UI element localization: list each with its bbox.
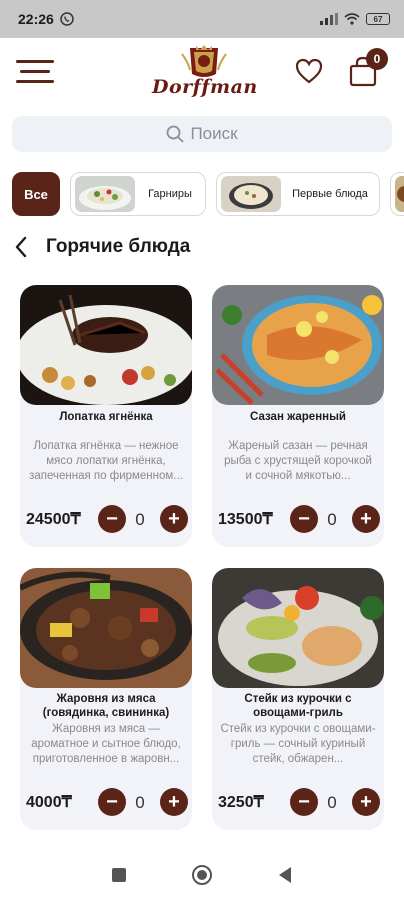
product-description: Жаровня из мяса — ароматное и сытное блю… xyxy=(31,723,181,765)
page-title: Горячие блюда xyxy=(46,236,191,257)
whatsapp-icon xyxy=(60,12,74,26)
product-card[interactable]: Жаровня из мяса (говядинка, свининка) Жа… xyxy=(20,568,192,830)
heart-icon[interactable] xyxy=(294,56,324,86)
back-triangle-icon[interactable] xyxy=(277,866,293,884)
status-time: 22:26 xyxy=(18,11,54,27)
system-nav-bar xyxy=(0,850,404,900)
recents-icon[interactable] xyxy=(111,867,127,883)
decrease-button[interactable]: − xyxy=(98,788,126,816)
category-list: Все Гарниры Первые блюда xyxy=(12,172,404,216)
product-card[interactable]: Стейк из курочки с овощами-гриль Стейк и… xyxy=(212,568,384,830)
increase-button[interactable]: + xyxy=(352,505,380,533)
search-input[interactable]: Поиск xyxy=(12,116,392,152)
category-chip-all[interactable]: Все xyxy=(12,172,60,216)
category-chip-garnish[interactable]: Гарниры xyxy=(70,172,206,216)
product-card[interactable]: Сазан жаренный Жареный сазан — речная ры… xyxy=(212,285,384,547)
wifi-icon xyxy=(344,13,360,25)
app-header: Dorffman 0 xyxy=(0,38,404,112)
product-name: Жаровня из мяса (говядинка, свининка) xyxy=(42,693,170,719)
category-label: Первые блюда xyxy=(292,188,368,200)
product-image-lamb xyxy=(20,285,192,405)
section-header: Горячие блюда xyxy=(14,232,190,262)
increase-button[interactable]: + xyxy=(352,788,380,816)
search-icon xyxy=(167,125,185,143)
category-label: Все xyxy=(24,186,48,202)
signal-icon xyxy=(320,13,338,25)
product-name: Лопатка ягнёнка xyxy=(59,411,153,423)
category-chip-more[interactable] xyxy=(390,172,404,216)
brand-logo: Dorffman xyxy=(152,44,258,100)
product-description: Жареный сазан — речная рыба с хрустящей … xyxy=(224,440,372,482)
category-thumb-garnish xyxy=(75,176,135,212)
decrease-button[interactable]: − xyxy=(290,788,318,816)
product-description: Лопатка ягнёнка — нежное мясо лопатки яг… xyxy=(29,440,183,482)
product-name: Сазан жаренный xyxy=(250,411,346,423)
product-name: Стейк из курочки с овощами-гриль xyxy=(244,693,352,719)
product-price: 3250₸ xyxy=(218,794,264,811)
product-price: 4000₸ xyxy=(26,794,72,811)
category-thumb-soups xyxy=(221,176,281,212)
product-image-fish xyxy=(212,285,384,405)
menu-button[interactable] xyxy=(16,58,54,86)
back-button[interactable] xyxy=(14,232,34,262)
category-label: Гарниры xyxy=(148,188,192,200)
product-price: 24500₸ xyxy=(26,511,81,528)
increase-button[interactable]: + xyxy=(160,788,188,816)
category-chip-first-courses[interactable]: Первые блюда xyxy=(216,172,380,216)
quantity-value: 0 xyxy=(327,510,337,529)
increase-button[interactable]: + xyxy=(160,505,188,533)
product-price: 13500₸ xyxy=(218,511,273,528)
chevron-left-icon xyxy=(15,236,27,258)
decrease-button[interactable]: − xyxy=(290,505,318,533)
product-image-roast xyxy=(20,568,192,688)
logo-text: Dorffman xyxy=(152,76,258,98)
product-description: Стейк из курочки с овощами-гриль — сочны… xyxy=(220,723,376,765)
product-card[interactable]: Лопатка ягнёнка Лопатка ягнёнка — нежное… xyxy=(20,285,192,547)
decrease-button[interactable]: − xyxy=(98,505,126,533)
crest-icon xyxy=(181,45,227,77)
category-thumb-more xyxy=(395,176,404,212)
quantity-value: 0 xyxy=(135,793,145,812)
quantity-value: 0 xyxy=(135,510,145,529)
home-icon[interactable] xyxy=(191,864,213,886)
cart-count-badge: 0 xyxy=(366,48,388,70)
product-image-chicken xyxy=(212,568,384,688)
quantity-value: 0 xyxy=(327,793,337,812)
status-bar: 22:26 67 xyxy=(0,0,404,38)
battery-icon: 67 xyxy=(366,13,390,25)
search-placeholder: Поиск xyxy=(190,124,238,143)
